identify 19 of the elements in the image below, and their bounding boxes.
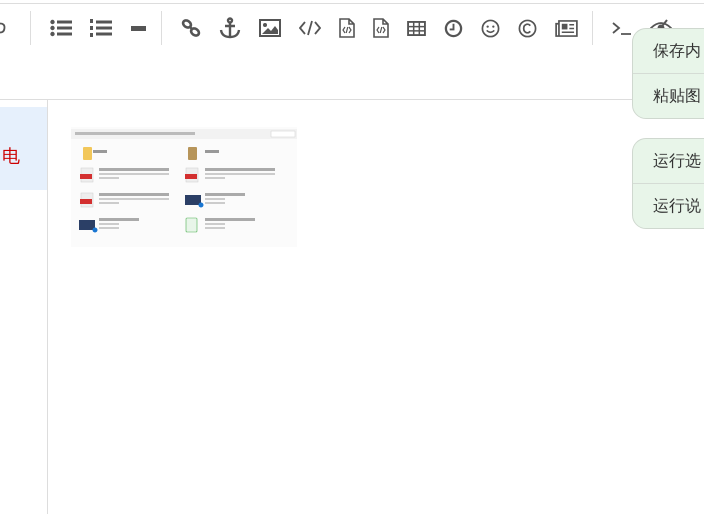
menu-item[interactable]: 粘贴图 [633, 73, 704, 118]
link-icon[interactable] [181, 18, 201, 38]
clock-icon[interactable] [444, 18, 463, 38]
table-icon[interactable] [407, 20, 426, 36]
terminal-icon[interactable] [612, 20, 632, 36]
menu-item[interactable]: 保存内 [633, 29, 704, 73]
code-file-icon[interactable] [339, 18, 355, 38]
image-icon[interactable] [259, 19, 281, 37]
numbered-list-icon[interactable] [90, 18, 112, 38]
smiley-icon[interactable] [481, 18, 500, 38]
copyright-icon[interactable] [518, 18, 537, 38]
newspaper-icon[interactable] [555, 20, 578, 36]
menu-item[interactable]: 运行选 [633, 139, 704, 183]
menu-item[interactable]: 运行说 [633, 183, 704, 228]
code-icon[interactable] [299, 20, 321, 36]
sidebar-item[interactable]: 电 [0, 107, 47, 190]
anchor-icon[interactable] [219, 17, 241, 39]
code-file-icon[interactable] [373, 18, 389, 38]
bullet-list-icon[interactable] [50, 18, 72, 38]
